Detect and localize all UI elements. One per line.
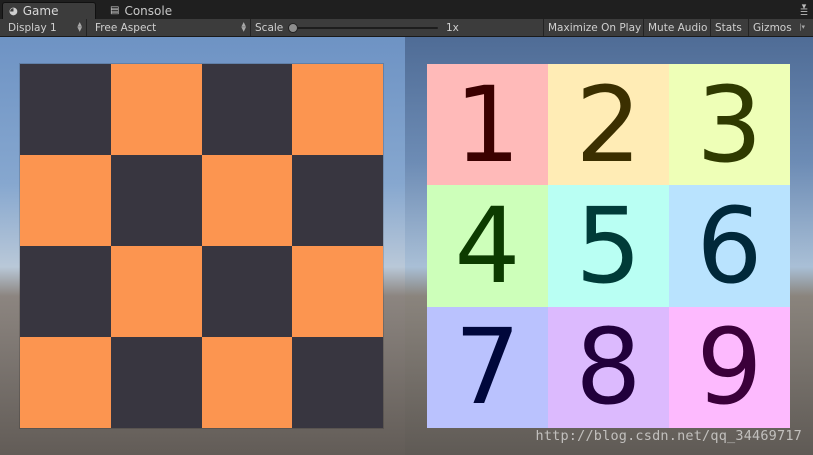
checker-cell-dark xyxy=(110,155,202,246)
scale-label: Scale xyxy=(255,21,284,34)
stats-button[interactable]: Stats xyxy=(711,19,749,36)
display-dropdown[interactable]: Display 1 ▲ ▼ xyxy=(0,19,87,36)
watermark: http://blog.csdn.net/qq_34469717 xyxy=(535,428,802,444)
checker-cell-light xyxy=(201,337,293,428)
number-tile: 8 xyxy=(548,306,669,428)
aspect-dropdown[interactable]: Free Aspect ▲ ▼ xyxy=(87,19,251,36)
number-tile: 3 xyxy=(669,64,790,186)
game-toolbar: Display 1 ▲ ▼ Free Aspect ▲ ▼ Scale 1x Max… xyxy=(0,19,813,37)
tab-bar: ◕ Game ▤ Console ▾ ☰ xyxy=(0,0,813,20)
checker-cell-light xyxy=(292,246,383,337)
scale-slider-thumb[interactable] xyxy=(288,23,298,33)
stats-label: Stats xyxy=(715,21,742,34)
checker-cell-light xyxy=(292,64,383,155)
checker-cell-light xyxy=(20,337,111,428)
checker-cell-dark xyxy=(292,155,383,246)
number-tile: 2 xyxy=(548,64,669,186)
mute-audio-label: Mute Audio xyxy=(648,21,708,34)
checker-cell-dark xyxy=(292,337,383,428)
maximize-on-play-label: Maximize On Play xyxy=(548,21,642,34)
pacman-icon: ◕ xyxy=(9,5,18,17)
aspect-label: Free Aspect xyxy=(95,21,157,34)
number-tile: 7 xyxy=(427,306,548,428)
display-label: Display 1 xyxy=(8,21,57,34)
checker-cell-light xyxy=(110,246,202,337)
number-tile: 6 xyxy=(669,185,790,307)
tab-options-icon[interactable]: ▾ ☰ xyxy=(800,3,808,18)
maximize-on-play-button[interactable]: Maximize On Play xyxy=(544,19,644,36)
checker-cell-dark xyxy=(20,64,111,155)
checker-cell-light xyxy=(110,64,202,155)
checker-cell-dark xyxy=(201,246,293,337)
scale-slider-track[interactable] xyxy=(288,27,438,29)
checker-cell-dark xyxy=(20,246,111,337)
number-tile: 9 xyxy=(669,306,790,428)
gizmos-label: Gizmos xyxy=(753,21,792,34)
checker-cell-light xyxy=(201,155,293,246)
number-grid: 123456789 xyxy=(427,64,790,428)
tab-console-label: Console xyxy=(124,3,173,18)
gizmos-dropdown[interactable]: Gizmos |▾ xyxy=(749,19,813,36)
scale-value-text: 1x xyxy=(446,21,459,34)
mute-audio-button[interactable]: Mute Audio xyxy=(644,19,711,36)
console-icon: ▤ xyxy=(110,5,120,16)
number-tile: 4 xyxy=(427,185,548,307)
dropdown-arrows-icon: ▲ ▼ xyxy=(241,21,246,33)
scale-value: 1x xyxy=(446,19,466,36)
checker-cell-dark xyxy=(110,337,202,428)
game-viewport[interactable]: 123456789 http://blog.csdn.net/qq_344697… xyxy=(0,37,813,455)
tab-game[interactable]: ◕ Game xyxy=(2,2,96,19)
checkerboard xyxy=(20,64,383,428)
dropdown-arrows-icon: ▲ ▼ xyxy=(77,21,82,33)
number-tile: 5 xyxy=(548,185,669,307)
checker-cell-dark xyxy=(201,64,293,155)
dropdown-arrow-icon: |▾ xyxy=(799,23,805,31)
tab-game-label: Game xyxy=(22,4,59,18)
number-tile: 1 xyxy=(427,64,548,186)
checker-cell-light xyxy=(20,155,111,246)
tab-console[interactable]: ▤ Console xyxy=(104,2,194,19)
